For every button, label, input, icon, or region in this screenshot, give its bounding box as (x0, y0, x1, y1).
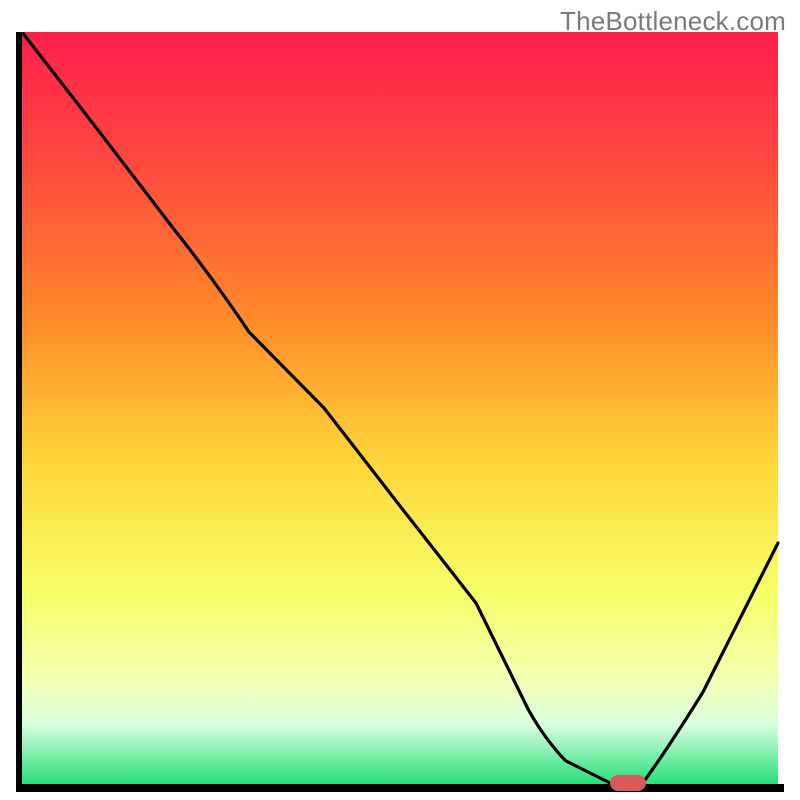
plot-background (22, 32, 778, 784)
chart-container: TheBottleneck.com (0, 0, 800, 800)
y-axis (16, 32, 22, 792)
plot-svg (16, 32, 784, 792)
plot-frame (16, 32, 784, 792)
x-axis (16, 784, 784, 792)
watermark-text: TheBottleneck.com (560, 6, 786, 37)
optimal-marker (610, 775, 646, 791)
